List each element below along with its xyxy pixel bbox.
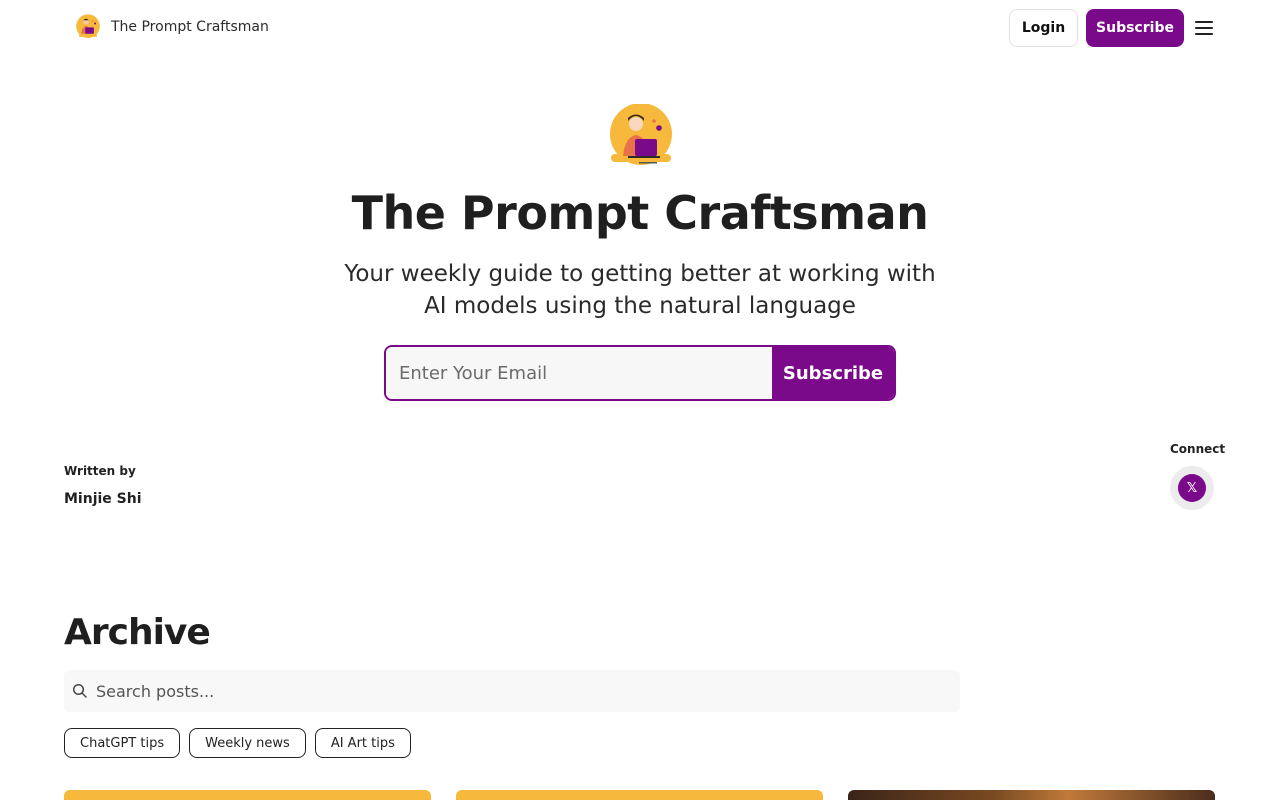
connect-label: Connect xyxy=(1170,442,1226,456)
search-box xyxy=(64,670,960,712)
tag-filter-list: ChatGPT tips Weekly news AI Art tips xyxy=(64,728,411,758)
written-by-label: Written by xyxy=(64,464,136,478)
brand-name: The Prompt Craftsman xyxy=(111,19,269,35)
archive-title: Archive xyxy=(64,612,211,653)
login-button[interactable]: Login xyxy=(1009,9,1078,47)
post-card-thumbnail[interactable] xyxy=(456,790,823,800)
hero-title: The Prompt Craftsman xyxy=(351,186,929,240)
email-subscribe-form: Subscribe xyxy=(384,345,896,401)
brand-logo-icon xyxy=(76,14,100,39)
search-icon xyxy=(72,683,87,698)
brand-link[interactable]: The Prompt Craftsman xyxy=(75,14,269,40)
email-input[interactable] xyxy=(386,347,772,399)
post-card-thumbnail[interactable] xyxy=(848,790,1215,800)
hero-subtitle: Your weekly guide to getting better at w… xyxy=(344,261,936,319)
subscribe-button-header[interactable]: Subscribe xyxy=(1086,9,1184,47)
publication-logo-icon xyxy=(610,104,672,165)
tag-ai-art-tips[interactable]: AI Art tips xyxy=(314,728,411,758)
search-input[interactable] xyxy=(96,681,960,701)
subscribe-button[interactable]: Subscribe xyxy=(772,347,894,399)
x-social-link[interactable]: 𝕏 xyxy=(1170,466,1214,510)
top-nav: The Prompt Craftsman Login Subscribe xyxy=(0,0,1280,56)
tag-weekly-news[interactable]: Weekly news xyxy=(189,728,306,758)
post-card-thumbnail[interactable] xyxy=(64,790,431,800)
x-logo-icon: 𝕏 xyxy=(1178,474,1206,502)
tag-chatgpt-tips[interactable]: ChatGPT tips xyxy=(64,728,181,758)
author-name[interactable]: Minjie Shi xyxy=(64,491,142,507)
hamburger-menu-icon[interactable] xyxy=(1194,19,1214,37)
